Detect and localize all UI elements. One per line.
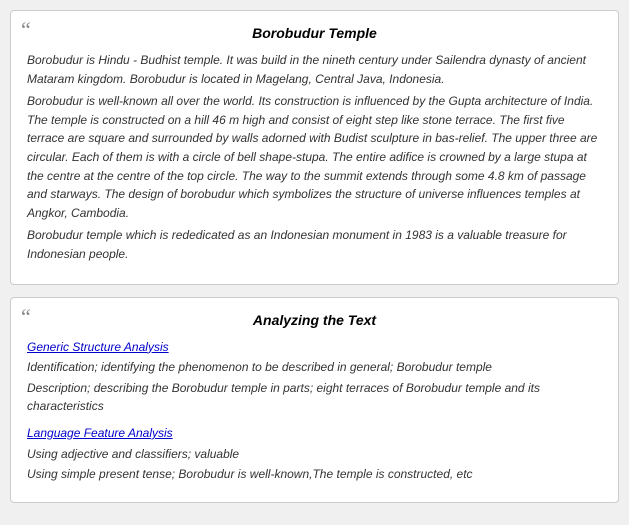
borobudur-para-3: Borobudur temple which is rededicated as… [27,226,602,263]
quote-icon-2: “ [21,306,31,328]
analysis-card: “ Analyzing the Text Generic Structure A… [10,297,619,503]
borobudur-card: “ Borobudur Temple Borobudur is Hindu - … [10,10,619,285]
borobudur-title: Borobudur Temple [27,25,602,41]
generic-structure-line-1: Identification; identifying the phenomen… [27,358,602,377]
analysis-body: Generic Structure Analysis Identificatio… [27,338,602,484]
borobudur-para-1: Borobudur is Hindu - Budhist temple. It … [27,51,602,88]
borobudur-para-2: Borobudur is well-known all over the wor… [27,92,602,222]
analysis-title: Analyzing the Text [27,312,602,328]
language-feature-link[interactable]: Language Feature Analysis [27,424,602,443]
language-feature-line-1: Using adjective and classifiers; valuabl… [27,445,602,464]
generic-structure-link[interactable]: Generic Structure Analysis [27,338,602,357]
quote-icon-1: “ [21,19,31,41]
borobudur-body: Borobudur is Hindu - Budhist temple. It … [27,51,602,264]
generic-structure-line-2: Description; describing the Borobudur te… [27,379,602,416]
language-feature-line-2: Using simple present tense; Borobudur is… [27,465,602,484]
